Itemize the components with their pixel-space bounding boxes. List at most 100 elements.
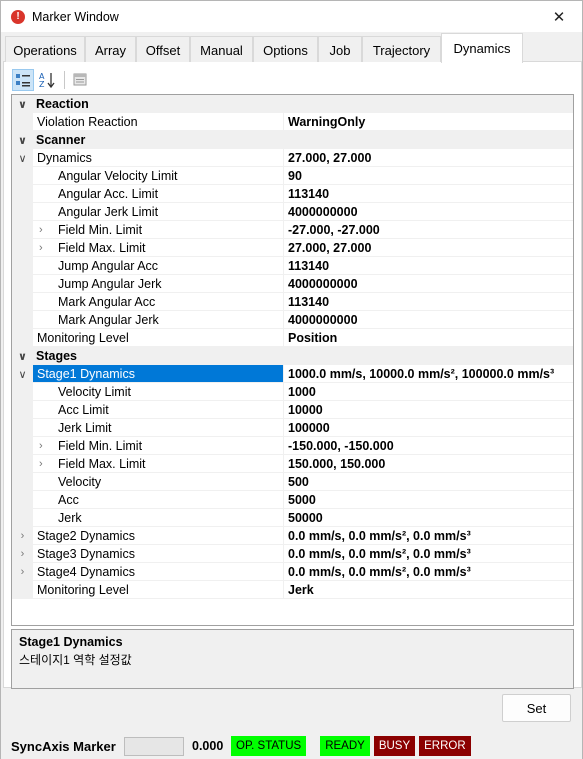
property-name: Angular Acc. Limit bbox=[33, 185, 283, 203]
property-value[interactable]: 10000 bbox=[283, 401, 573, 419]
tab-options[interactable]: Options bbox=[253, 36, 318, 63]
collapse-chevron-icon[interactable]: ∨ bbox=[12, 347, 33, 365]
property-row-stage-field-min-limit[interactable]: › Field Min. Limit -150.000, -150.000 bbox=[12, 437, 573, 455]
tab-label: Operations bbox=[13, 42, 77, 58]
collapse-chevron-icon[interactable]: ∨ bbox=[12, 149, 33, 167]
property-value[interactable]: -150.000, -150.000 bbox=[283, 437, 573, 455]
property-name: Stage2 Dynamics bbox=[33, 527, 283, 545]
expand-chevron-icon[interactable]: › bbox=[12, 563, 33, 581]
row-gutter bbox=[12, 401, 33, 419]
property-name: Stage3 Dynamics bbox=[33, 545, 283, 563]
category-stages[interactable]: ∨ Stages bbox=[12, 347, 573, 365]
property-value[interactable]: 113140 bbox=[283, 293, 573, 311]
expand-chevron-icon[interactable]: › bbox=[39, 221, 43, 238]
category-scanner[interactable]: ∨ Scanner bbox=[12, 131, 573, 149]
property-value[interactable]: Position bbox=[283, 329, 573, 347]
property-row-stage-monitoring-level[interactable]: Monitoring Level Jerk bbox=[12, 581, 573, 599]
expand-chevron-icon[interactable]: › bbox=[39, 455, 43, 472]
property-name: Jerk bbox=[33, 509, 283, 527]
property-value[interactable]: 1000.0 mm/s, 10000.0 mm/s², 100000.0 mm/… bbox=[283, 365, 573, 383]
expand-chevron-icon[interactable]: › bbox=[39, 437, 43, 454]
property-row-jump-angular-jerk[interactable]: Jump Angular Jerk 4000000000 bbox=[12, 275, 573, 293]
property-value[interactable]: -27.000, -27.000 bbox=[283, 221, 573, 239]
property-row-mark-angular-acc[interactable]: Mark Angular Acc 113140 bbox=[12, 293, 573, 311]
property-value[interactable]: WarningOnly bbox=[283, 113, 573, 131]
property-pages-button[interactable] bbox=[69, 69, 91, 91]
property-value[interactable]: 150.000, 150.000 bbox=[283, 455, 573, 473]
property-row-mark-angular-jerk[interactable]: Mark Angular Jerk 4000000000 bbox=[12, 311, 573, 329]
property-name: Acc bbox=[33, 491, 283, 509]
property-value[interactable]: 4000000000 bbox=[283, 203, 573, 221]
property-row-violation-reaction[interactable]: Violation Reaction WarningOnly bbox=[12, 113, 573, 131]
property-name-text: Field Max. Limit bbox=[58, 241, 146, 255]
property-value[interactable]: 4000000000 bbox=[283, 311, 573, 329]
collapse-chevron-icon[interactable]: ∨ bbox=[12, 365, 33, 383]
set-button[interactable]: Set bbox=[502, 694, 571, 722]
row-gutter bbox=[12, 113, 33, 131]
collapse-chevron-icon[interactable]: ∨ bbox=[12, 131, 33, 149]
collapse-chevron-icon[interactable]: ∨ bbox=[12, 95, 33, 113]
property-value[interactable]: 4000000000 bbox=[283, 275, 573, 293]
expand-chevron-icon[interactable]: › bbox=[12, 545, 33, 563]
property-row-velocity[interactable]: Velocity 500 bbox=[12, 473, 573, 491]
property-row-field-min-limit[interactable]: › Field Min. Limit -27.000, -27.000 bbox=[12, 221, 573, 239]
category-reaction[interactable]: ∨ Reaction bbox=[12, 95, 573, 113]
property-name: › Field Min. Limit bbox=[33, 437, 283, 455]
property-value[interactable]: 27.000, 27.000 bbox=[283, 239, 573, 257]
property-value[interactable]: Jerk bbox=[283, 581, 573, 599]
property-value[interactable]: 5000 bbox=[283, 491, 573, 509]
property-value[interactable]: 90 bbox=[283, 167, 573, 185]
property-row-field-max-limit[interactable]: › Field Max. Limit 27.000, 27.000 bbox=[12, 239, 573, 257]
property-row-stage1-dynamics[interactable]: ∨ Stage1 Dynamics 1000.0 mm/s, 10000.0 m… bbox=[12, 365, 573, 383]
expand-chevron-icon[interactable]: › bbox=[12, 527, 33, 545]
property-value[interactable]: 113140 bbox=[283, 185, 573, 203]
property-row-angular-jerk-limit[interactable]: Angular Jerk Limit 4000000000 bbox=[12, 203, 573, 221]
tab-offset[interactable]: Offset bbox=[136, 36, 190, 63]
status-app-name: SyncAxis Marker bbox=[11, 738, 116, 754]
property-value[interactable]: 100000 bbox=[283, 419, 573, 437]
tab-trajectory[interactable]: Trajectory bbox=[362, 36, 441, 63]
property-value[interactable]: 0.0 mm/s, 0.0 mm/s², 0.0 mm/s³ bbox=[283, 545, 573, 563]
tab-job[interactable]: Job bbox=[318, 36, 362, 63]
property-row-stage-field-max-limit[interactable]: › Field Max. Limit 150.000, 150.000 bbox=[12, 455, 573, 473]
property-row-dynamics[interactable]: ∨ Dynamics 27.000, 27.000 bbox=[12, 149, 573, 167]
row-gutter bbox=[12, 311, 33, 329]
property-row-angular-velocity-limit[interactable]: Angular Velocity Limit 90 bbox=[12, 167, 573, 185]
property-name: Stage1 Dynamics bbox=[33, 365, 283, 383]
property-value[interactable]: 500 bbox=[283, 473, 573, 491]
categorized-button[interactable] bbox=[12, 69, 34, 91]
property-name: › Field Max. Limit bbox=[33, 455, 283, 473]
tab-manual[interactable]: Manual bbox=[190, 36, 253, 63]
property-row-stage2-dynamics[interactable]: › Stage2 Dynamics 0.0 mm/s, 0.0 mm/s², 0… bbox=[12, 527, 573, 545]
row-gutter bbox=[12, 221, 33, 239]
property-row-acc-limit[interactable]: Acc Limit 10000 bbox=[12, 401, 573, 419]
alphabetical-button[interactable]: A Z bbox=[36, 69, 58, 91]
row-gutter bbox=[12, 293, 33, 311]
property-row-jerk[interactable]: Jerk 50000 bbox=[12, 509, 573, 527]
property-row-jump-angular-acc[interactable]: Jump Angular Acc 113140 bbox=[12, 257, 573, 275]
property-value[interactable]: 27.000, 27.000 bbox=[283, 149, 573, 167]
property-row-stage4-dynamics[interactable]: › Stage4 Dynamics 0.0 mm/s, 0.0 mm/s², 0… bbox=[12, 563, 573, 581]
property-value[interactable]: 1000 bbox=[283, 383, 573, 401]
tab-label: Array bbox=[94, 42, 127, 58]
property-name: Stage4 Dynamics bbox=[33, 563, 283, 581]
property-value[interactable]: 113140 bbox=[283, 257, 573, 275]
close-button[interactable]: ✕ bbox=[536, 1, 582, 32]
property-row-angular-acc-limit[interactable]: Angular Acc. Limit 113140 bbox=[12, 185, 573, 203]
property-value[interactable]: 0.0 mm/s, 0.0 mm/s², 0.0 mm/s³ bbox=[283, 563, 573, 581]
tab-label: Dynamics bbox=[453, 41, 511, 56]
property-value[interactable]: 0.0 mm/s, 0.0 mm/s², 0.0 mm/s³ bbox=[283, 527, 573, 545]
tab-operations[interactable]: Operations bbox=[5, 36, 85, 63]
property-row-velocity-limit[interactable]: Velocity Limit 1000 bbox=[12, 383, 573, 401]
property-row-acc[interactable]: Acc 5000 bbox=[12, 491, 573, 509]
tab-label: Manual bbox=[200, 42, 243, 58]
tab-dynamics[interactable]: Dynamics bbox=[441, 33, 523, 63]
property-row-monitoring-level[interactable]: Monitoring Level Position bbox=[12, 329, 573, 347]
property-row-jerk-limit[interactable]: Jerk Limit 100000 bbox=[12, 419, 573, 437]
property-grid-toolbar: A Z bbox=[12, 68, 93, 92]
tab-array[interactable]: Array bbox=[85, 36, 136, 63]
row-gutter bbox=[12, 455, 33, 473]
property-value[interactable]: 50000 bbox=[283, 509, 573, 527]
property-row-stage3-dynamics[interactable]: › Stage3 Dynamics 0.0 mm/s, 0.0 mm/s², 0… bbox=[12, 545, 573, 563]
expand-chevron-icon[interactable]: › bbox=[39, 239, 43, 256]
